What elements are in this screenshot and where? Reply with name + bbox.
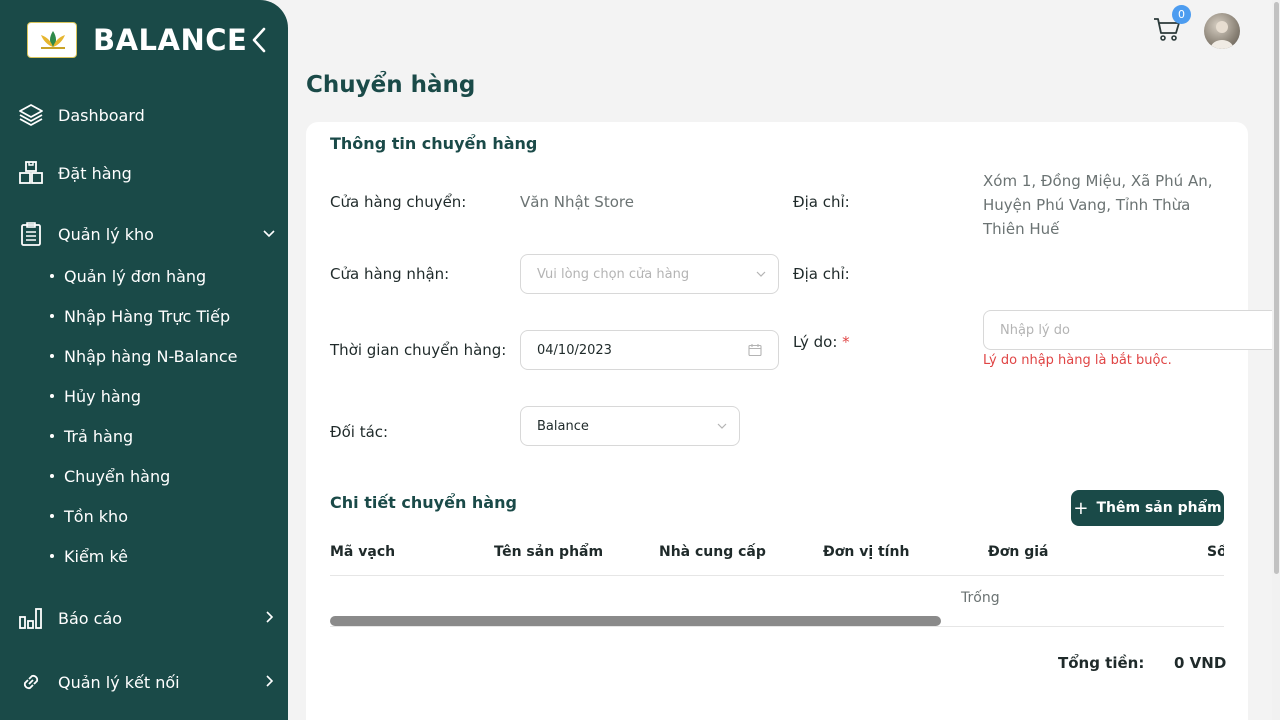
cart-count-badge: 0	[1172, 5, 1191, 24]
column-header-unit-price[interactable]: Đơn giá	[988, 544, 1048, 560]
chevron-right-icon	[266, 611, 274, 623]
sidebar-subitem-nbalance-import[interactable]: Nhập hàng N-Balance	[50, 342, 237, 370]
bar-chart-icon	[16, 603, 46, 633]
to-address-label: Địa chỉ:	[793, 265, 850, 283]
transfer-date-value: 04/10/2023	[537, 342, 612, 358]
required-mark: *	[842, 333, 850, 351]
brand-name: BALANCE	[93, 23, 248, 57]
reason-input[interactable]: Nhập lý do	[983, 310, 1272, 350]
total-label: Tổng tiền:	[1058, 654, 1145, 672]
calendar-icon	[748, 344, 762, 357]
brand-logo	[27, 22, 77, 58]
page-title: Chuyển hàng	[306, 72, 476, 98]
sidebar-item-warehouse[interactable]: Quản lý kho	[16, 214, 278, 254]
transfer-detail-title: Chi tiết chuyển hàng	[330, 493, 517, 512]
column-header-supplier[interactable]: Nhà cung cấp	[659, 544, 766, 560]
to-store-label: Cửa hàng nhận:	[330, 265, 450, 283]
sidebar-item-label: Quản lý kết nối	[58, 672, 180, 692]
sidebar-item-label: Báo cáo	[58, 608, 123, 628]
partner-select[interactable]: Balance	[520, 406, 740, 446]
boxes-icon	[16, 158, 46, 188]
sidebar-subitem-direct-import[interactable]: Nhập Hàng Trực Tiếp	[50, 302, 230, 330]
from-store-label: Cửa hàng chuyển:	[330, 193, 467, 211]
column-header-barcode[interactable]: Mã vạch	[330, 544, 395, 560]
from-store-value: Văn Nhật Store	[520, 193, 634, 211]
to-store-placeholder: Vui lòng chọn cửa hàng	[537, 266, 690, 282]
sidebar-subitem-stocktake[interactable]: Kiểm kê	[50, 542, 128, 570]
sidebar-item-dashboard[interactable]: Dashboard	[16, 95, 278, 135]
avatar[interactable]	[1204, 13, 1240, 49]
column-header-unit[interactable]: Đơn vị tính	[823, 544, 909, 560]
page-scrollbar-thumb[interactable]	[1274, 2, 1279, 574]
to-store-select[interactable]: Vui lòng chọn cửa hàng	[520, 254, 779, 294]
sidebar-item-label: Đặt hàng	[58, 163, 132, 183]
from-address-value: Xóm 1, Đồng Miệu, Xã Phú An, Huyện Phú V…	[983, 172, 1213, 238]
table-bottom-divider	[330, 626, 1224, 627]
layers-icon	[16, 100, 46, 130]
partner-value: Balance	[537, 418, 589, 434]
chevron-down-icon	[263, 230, 275, 238]
transfer-time-label: Thời gian chuyển hàng:	[330, 341, 507, 359]
total-value: 0 VND	[1174, 654, 1227, 672]
plus-icon: +	[1073, 497, 1089, 519]
from-address-label: Địa chỉ:	[793, 193, 850, 211]
table-header-divider	[330, 575, 1224, 576]
clipboard-icon	[16, 219, 46, 249]
brand[interactable]: BALANCE	[27, 22, 247, 58]
transfer-info-title: Thông tin chuyển hàng	[330, 134, 538, 153]
sidebar-item-label: Quản lý kho	[58, 224, 154, 244]
sidebar-subitem-cancel[interactable]: Hủy hàng	[50, 382, 141, 410]
sidebar-subitem-inventory[interactable]: Tồn kho	[50, 502, 128, 530]
sidebar-subitem-return[interactable]: Trả hàng	[50, 422, 133, 450]
sidebar-subitem-order-management[interactable]: Quản lý đơn hàng	[50, 262, 206, 290]
partner-label: Đối tác:	[330, 423, 389, 441]
column-header-quantity[interactable]: Số	[1207, 544, 1224, 560]
add-product-button[interactable]: + Thêm sản phẩm	[1071, 490, 1224, 526]
chevron-right-icon	[266, 675, 274, 687]
column-header-product-name[interactable]: Tên sản phẩm	[494, 544, 603, 560]
table-empty-text: Trống	[961, 590, 1000, 606]
sidebar-item-order[interactable]: Đặt hàng	[16, 153, 278, 193]
table-horizontal-scrollbar[interactable]	[330, 616, 941, 626]
transfer-date-picker[interactable]: 04/10/2023	[520, 330, 779, 370]
sidebar-item-label: Dashboard	[58, 105, 145, 125]
reason-error-message: Lý do nhập hàng là bắt buộc.	[983, 353, 1172, 368]
reason-placeholder: Nhập lý do	[1000, 322, 1070, 338]
sidebar-item-reports[interactable]: Báo cáo	[16, 598, 278, 638]
sidebar: BALANCE Dashboard Đặt hàng Quản lý kho Q…	[0, 0, 288, 720]
reason-label: Lý do: *	[793, 333, 850, 351]
sidebar-item-connections[interactable]: Quản lý kết nối	[16, 662, 278, 702]
link-icon	[16, 667, 46, 697]
collapse-sidebar-icon[interactable]	[249, 26, 271, 54]
sidebar-subitem-transfer[interactable]: Chuyển hàng	[50, 462, 170, 490]
chevron-down-icon	[717, 423, 727, 429]
chevron-down-icon	[756, 271, 766, 277]
